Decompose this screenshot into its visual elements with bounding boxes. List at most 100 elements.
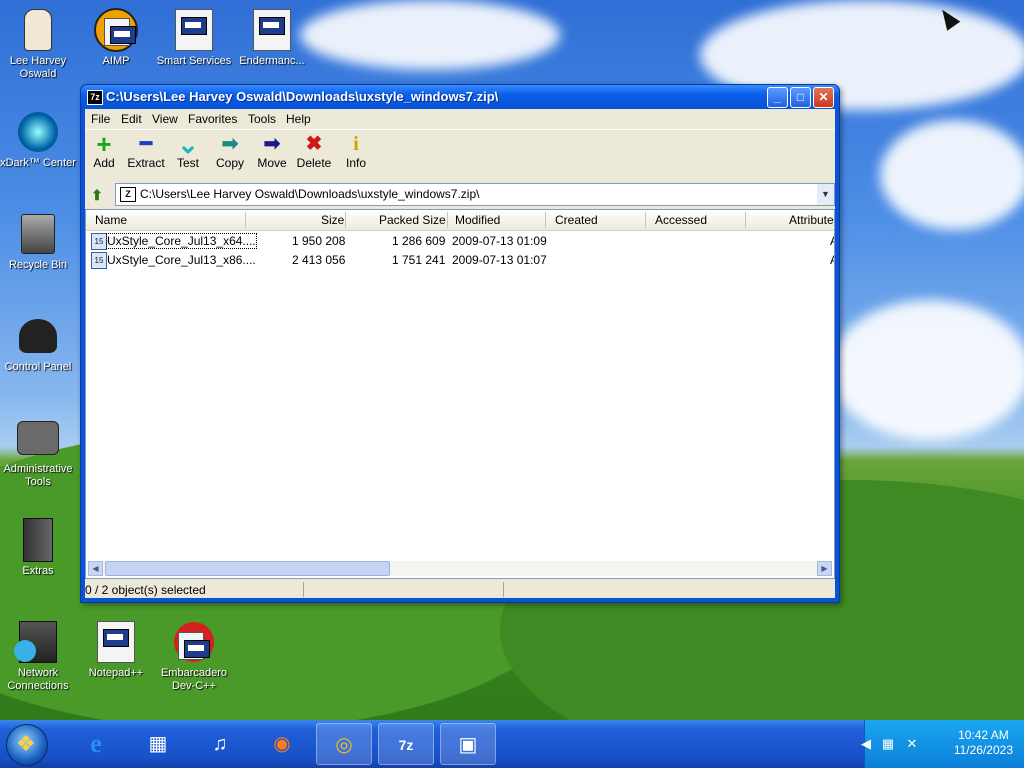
desktop-icon-aimp[interactable]: AIMP [78, 8, 154, 68]
column-separator [745, 212, 746, 228]
desktop-icon-label: AIMP [102, 55, 130, 67]
test-label: Test [176, 156, 199, 170]
desktop-icon-recycle-bin[interactable]: Recycle Bin [0, 212, 76, 272]
extract-button[interactable]: ━ Extract [123, 132, 169, 170]
extract-icon: ━ [139, 133, 153, 155]
desktop-icon-network[interactable]: Network Connections [0, 620, 76, 693]
ie-icon[interactable]: e [68, 723, 124, 765]
devcpp-icon [172, 620, 216, 664]
move-button[interactable]: ➡ Move [249, 132, 295, 170]
folder-up-icon[interactable]: ⬆ [89, 187, 105, 203]
file-icon: 15 [91, 252, 107, 269]
desktop-icon-label: Lee Harvey Oswald [9, 55, 67, 80]
file-packed-size: 1 751 241 [392, 253, 446, 267]
add-label: Add [93, 156, 115, 170]
horizontal-scrollbar[interactable]: ◀ ▶ [88, 561, 832, 576]
file-icon: 15 [91, 233, 107, 250]
services-icon [172, 8, 216, 52]
add-button[interactable]: + Add [81, 129, 127, 170]
extras-folder-icon [16, 518, 60, 562]
add-icon: + [96, 129, 112, 159]
column-packed-size[interactable]: Packed Size [379, 213, 446, 227]
control-panel-icon [16, 314, 60, 358]
menu-tools[interactable]: Tools [248, 112, 276, 126]
maximize-button[interactable]: □ [790, 87, 811, 108]
column-attribute[interactable]: Attribute [789, 213, 834, 227]
chrome-icon[interactable]: ◎ [316, 723, 372, 765]
copy-button[interactable]: ➡ Copy [207, 132, 253, 170]
column-accessed[interactable]: Accessed [655, 213, 707, 227]
status-separator [503, 582, 504, 597]
document-icon [250, 8, 294, 52]
move-icon: ➡ [263, 133, 281, 155]
delete-label: Delete [296, 156, 332, 170]
firefox-icon[interactable]: ◉ [254, 723, 310, 765]
table-row[interactable]: 15 UxStyle_Core_Jul13_x64.... 1 950 208 … [86, 232, 834, 251]
desktop-icon-smart-services[interactable]: Smart Services [156, 8, 232, 68]
desktop-icon-notepadpp[interactable]: Notepad++ [78, 620, 154, 680]
menu-file[interactable]: File [91, 112, 110, 126]
file-name: UxStyle_Core_Jul13_x64.... [106, 233, 257, 249]
desktop-icon-label: Embarcadero Dev-C++ [160, 667, 228, 692]
test-icon: ⌄ [177, 129, 199, 159]
copy-icon: ➡ [221, 133, 239, 155]
desktop-icon-user[interactable]: Lee Harvey Oswald [0, 8, 76, 81]
scroll-right-icon[interactable]: ▶ [817, 561, 832, 576]
chevron-down-icon[interactable]: ▼ [817, 184, 834, 205]
column-separator [545, 212, 546, 228]
network-tray-icon[interactable]: ▦ [879, 735, 897, 753]
window-icon[interactable]: ▣ [440, 723, 496, 765]
menu-edit[interactable]: Edit [121, 112, 142, 126]
desktop-icon-devcpp[interactable]: Embarcadero Dev-C++ [156, 620, 232, 693]
window-titlebar[interactable]: 7z C:\Users\Lee Harvey Oswald\Downloads\… [81, 85, 839, 109]
store-icon[interactable]: ▦ [130, 723, 186, 765]
desktop-icon-control-panel[interactable]: Control Panel [0, 314, 76, 374]
menu-view[interactable]: View [152, 112, 178, 126]
minimize-button[interactable]: _ [767, 87, 788, 108]
notepadpp-icon [94, 620, 138, 664]
column-modified[interactable]: Modified [455, 213, 500, 227]
column-created[interactable]: Created [555, 213, 598, 227]
extract-label: Extract [127, 156, 165, 170]
start-button[interactable] [6, 724, 48, 766]
column-name[interactable]: Name [95, 213, 127, 227]
7zip-window[interactable]: 7z C:\Users\Lee Harvey Oswald\Downloads\… [80, 84, 840, 603]
7zip-icon[interactable]: 7z [378, 723, 434, 765]
aimp-icon [94, 8, 138, 52]
table-row[interactable]: 15 UxStyle_Core_Jul13_x86.... 2 413 056 … [86, 251, 834, 270]
desktop-icon-label: xDark™ Center [0, 157, 76, 169]
window-title: C:\Users\Lee Harvey Oswald\Downloads\uxs… [106, 89, 499, 104]
menu-favorites[interactable]: Favorites [188, 112, 237, 126]
system-tray: ◀ ▦ ✕ 10:42 AM 11/26/2023 [861, 720, 1024, 768]
test-button[interactable]: ⌄ Test [165, 129, 211, 170]
address-field[interactable]: Z C:\Users\Lee Harvey Oswald\Downloads\u… [115, 183, 835, 206]
status-separator [303, 582, 304, 597]
desktop-icon-label: Extras [22, 565, 54, 577]
scroll-thumb[interactable] [105, 561, 390, 576]
status-bar: 0 / 2 object(s) selected [85, 581, 835, 598]
column-separator [345, 212, 346, 228]
delete-button[interactable]: ✖ Delete [291, 132, 337, 170]
desktop-icon-xdark-center[interactable]: xDark™ Center [0, 110, 76, 170]
file-packed-size: 1 286 609 [392, 234, 446, 248]
info-label: Info [345, 156, 366, 170]
cloud [880, 120, 1024, 230]
close-button[interactable]: ✕ [813, 87, 834, 108]
music-icon[interactable]: ♫ [192, 723, 248, 765]
menu-help[interactable]: Help [286, 112, 311, 126]
7zip-app-icon: 7z [87, 90, 103, 105]
desktop-icon-extras[interactable]: Extras [0, 518, 76, 578]
column-separator [447, 212, 448, 228]
info-button[interactable]: i Info [333, 132, 379, 170]
column-size[interactable]: Size [321, 213, 344, 227]
chevron-left-icon[interactable]: ◀ [857, 735, 875, 753]
status-selection: 0 / 2 object(s) selected [85, 583, 206, 597]
desktop-icon-admin-tools[interactable]: Administrative Tools [0, 416, 76, 489]
desktop-icon-endermanc[interactable]: Endermanc... [234, 8, 310, 68]
file-size: 2 413 056 [292, 253, 346, 267]
volume-muted-icon[interactable]: ✕ [903, 735, 921, 753]
clock[interactable]: 10:42 AM 11/26/2023 [954, 728, 1013, 758]
file-list[interactable]: Name Size Packed Size Modified Created A… [85, 209, 835, 579]
scroll-left-icon[interactable]: ◀ [88, 561, 103, 576]
desktop-icon-label: Smart Services [156, 55, 232, 67]
